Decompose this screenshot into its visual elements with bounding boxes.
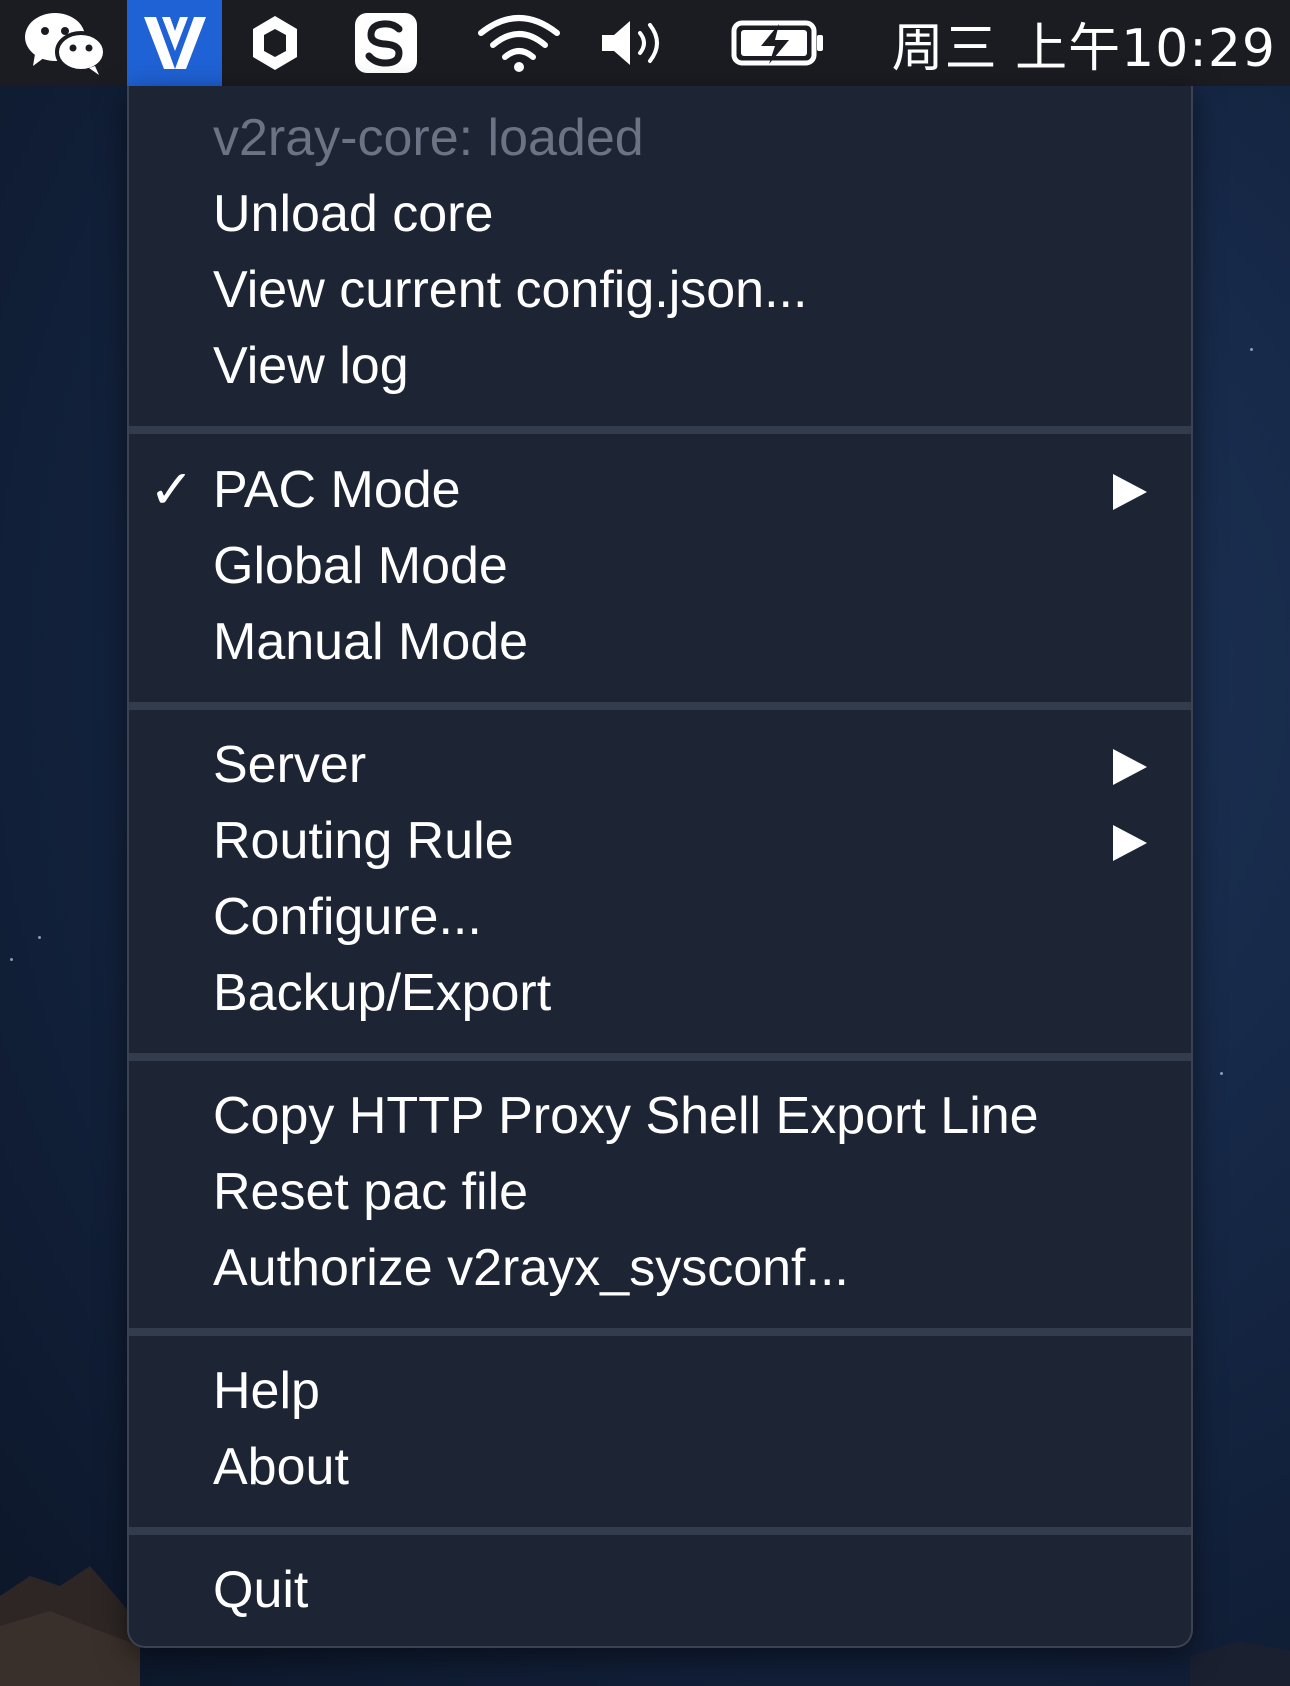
- volume-icon[interactable]: [596, 0, 670, 86]
- menu-separator: [129, 1328, 1191, 1336]
- configure-label: Configure...: [213, 888, 482, 946]
- wifi-icon[interactable]: [476, 0, 562, 86]
- submenu-arrow-icon: [1113, 749, 1147, 785]
- menu-item-core-status: v2ray-core: loaded: [129, 100, 1191, 176]
- menu-bar-clock[interactable]: 周三 上午10:29: [892, 0, 1276, 86]
- menu-item-backup-export[interactable]: Backup/Export: [129, 955, 1191, 1031]
- server-label: Server: [213, 736, 367, 794]
- copy-proxy-label: Copy HTTP Proxy Shell Export Line: [213, 1087, 1039, 1145]
- menu-item-global-mode[interactable]: Global Mode: [129, 528, 1191, 604]
- submenu-arrow-icon: [1113, 825, 1147, 861]
- menu-item-manual-mode[interactable]: Manual Mode: [129, 604, 1191, 680]
- unload-core-label: Unload core: [213, 185, 494, 243]
- menu-item-quit[interactable]: Quit: [129, 1552, 1191, 1628]
- view-config-label: View current config.json...: [213, 261, 808, 319]
- menu-separator: [129, 426, 1191, 434]
- menu-item-pac-mode[interactable]: ✓ PAC Mode: [129, 452, 1191, 528]
- about-label: About: [213, 1438, 349, 1496]
- quit-label: Quit: [213, 1561, 309, 1619]
- v2rayx-status-menu: v2ray-core: loaded Unload core View curr…: [127, 86, 1193, 1648]
- hexagon-app-icon[interactable]: [244, 0, 306, 86]
- star: [10, 958, 13, 961]
- menu-item-reset-pac[interactable]: Reset pac file: [129, 1154, 1191, 1230]
- routing-rule-label: Routing Rule: [213, 812, 514, 870]
- manual-mode-label: Manual Mode: [213, 613, 529, 671]
- global-mode-label: Global Mode: [213, 537, 508, 595]
- menu-item-configure[interactable]: Configure...: [129, 879, 1191, 955]
- authorize-label: Authorize v2rayx_sysconf...: [213, 1239, 849, 1297]
- menu-item-about[interactable]: About: [129, 1429, 1191, 1505]
- menu-item-copy-proxy[interactable]: Copy HTTP Proxy Shell Export Line: [129, 1078, 1191, 1154]
- star: [1220, 1072, 1223, 1075]
- menu-separator: [129, 702, 1191, 710]
- s-app-icon[interactable]: [350, 0, 422, 86]
- menu-item-authorize[interactable]: Authorize v2rayx_sysconf...: [129, 1230, 1191, 1306]
- menu-separator: [129, 1527, 1191, 1535]
- star: [1250, 348, 1253, 351]
- backup-export-label: Backup/Export: [213, 964, 552, 1022]
- menu-item-routing-rule[interactable]: Routing Rule: [129, 803, 1191, 879]
- reset-pac-label: Reset pac file: [213, 1163, 529, 1221]
- menu-bar: 周三 上午10:29: [0, 0, 1290, 86]
- star: [38, 936, 41, 939]
- view-log-label: View log: [213, 337, 409, 395]
- checkmark-icon: ✓: [149, 460, 195, 520]
- menu-item-unload-core[interactable]: Unload core: [129, 176, 1191, 252]
- menu-item-view-config[interactable]: View current config.json...: [129, 252, 1191, 328]
- wechat-icon[interactable]: [20, 0, 110, 86]
- submenu-arrow-icon: [1113, 474, 1147, 510]
- menu-item-view-log[interactable]: View log: [129, 328, 1191, 404]
- v2rayx-icon[interactable]: [127, 0, 222, 86]
- menu-separator: [129, 1053, 1191, 1061]
- pac-mode-label: PAC Mode: [213, 461, 461, 519]
- core-status-label: v2ray-core: loaded: [213, 109, 644, 167]
- menu-item-help[interactable]: Help: [129, 1353, 1191, 1429]
- menu-item-server[interactable]: Server: [129, 727, 1191, 803]
- help-label: Help: [213, 1362, 320, 1420]
- battery-charging-icon[interactable]: [730, 0, 826, 86]
